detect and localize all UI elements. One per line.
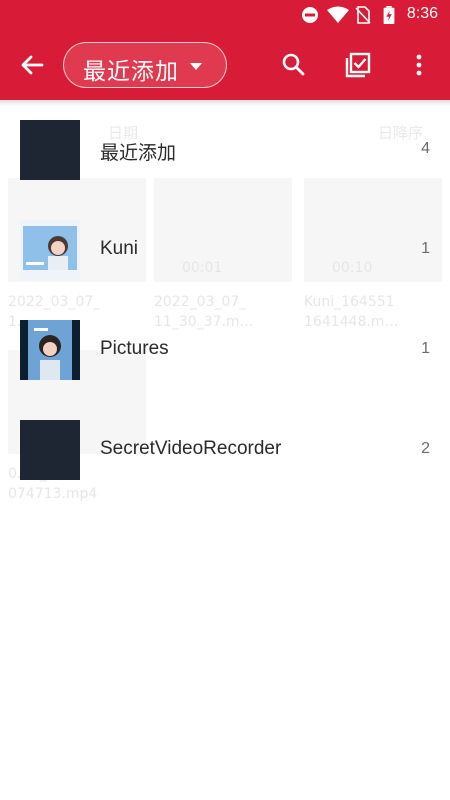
folder-count: 1 [421,340,430,357]
folder-row[interactable]: SecretVideoRecorder 2 [0,400,450,500]
chevron-down-icon [190,63,202,70]
do-not-disturb-icon [302,7,318,23]
folder-row[interactable]: 最近添加 4 [0,100,450,200]
select-all-icon[interactable] [337,45,377,85]
album-dropdown[interactable]: 最近添加 [63,42,227,88]
search-icon[interactable] [274,45,314,85]
folder-thumbnail [20,120,80,180]
folder-name: Kuni [100,238,139,259]
photo-thumbnail-icon [20,320,80,380]
more-vert-icon[interactable] [399,45,439,85]
folder-name: Pictures [100,338,169,359]
arrow-back-icon[interactable] [12,45,52,85]
no-sim-icon [355,6,371,24]
top-app-bar: 最近添加 [0,30,450,100]
folder-name: 最近添加 [100,143,177,164]
folder-thumbnail [20,320,80,380]
folder-count: 2 [421,440,430,457]
battery-charging-icon [383,6,395,24]
status-bar: 8:36 [0,0,450,30]
app-root: { "status": { "time": "8:36", "icons": [… [0,0,450,800]
folder-count: 1 [421,240,430,257]
photo-thumbnail-icon [20,220,80,280]
folder-name: SecretVideoRecorder [100,438,282,459]
folder-count: 4 [421,140,430,157]
status-time: 8:36 [406,5,438,22]
folder-thumbnail [20,220,80,280]
wifi-icon [327,6,349,23]
folder-row[interactable]: Pictures 1 [0,300,450,400]
folder-thumbnail [20,420,80,480]
album-dropdown-label: 最近添加 [83,59,179,85]
folder-row[interactable]: Kuni 1 [0,200,450,300]
